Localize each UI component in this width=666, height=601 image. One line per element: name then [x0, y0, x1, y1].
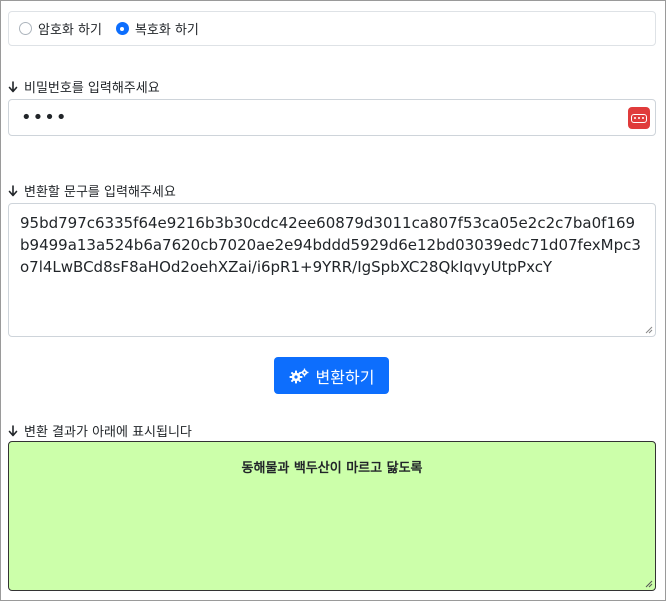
- password-label: 비밀번호를 입력해주세요: [24, 81, 160, 96]
- password-value: ••••: [21, 107, 68, 128]
- input-text-label-row: 변환할 문구를 입력해주세요: [8, 181, 176, 200]
- mode-selector: 암호화 하기 복호화 하기: [8, 11, 656, 46]
- radio-encrypt-label: 암호화 하기: [38, 23, 102, 38]
- input-text-label: 변환할 문구를 입력해주세요: [24, 185, 176, 200]
- radio-decrypt[interactable]: 복호화 하기: [115, 19, 199, 38]
- result-textarea[interactable]: 동해물과 백두산이 마르고 닳도록: [8, 441, 656, 591]
- password-manager-icon[interactable]: [628, 107, 650, 129]
- resize-handle-icon[interactable]: [643, 578, 653, 588]
- radio-decrypt-label: 복호화 하기: [134, 23, 199, 38]
- arrow-down-icon: [8, 184, 18, 196]
- convert-button[interactable]: 변환하기: [274, 357, 389, 394]
- password-input[interactable]: ••••: [8, 99, 656, 136]
- radio-decrypt-circle[interactable]: [115, 22, 129, 35]
- radio-encrypt-circle[interactable]: [19, 22, 32, 35]
- convert-button-label: 변환하기: [315, 367, 375, 387]
- password-label-row: 비밀번호를 입력해주세요: [8, 77, 160, 96]
- input-text-value: 95bd797c6335f64e9216b3b30cdc42ee60879d30…: [20, 214, 641, 276]
- arrow-down-icon: [8, 424, 18, 436]
- result-label-row: 변환 결과가 아래에 표시됩니다: [8, 421, 192, 440]
- resize-handle-icon[interactable]: [643, 324, 653, 334]
- input-textarea[interactable]: 95bd797c6335f64e9216b3b30cdc42ee60879d30…: [8, 203, 656, 337]
- arrow-down-icon: [8, 80, 18, 92]
- gears-icon: [289, 368, 309, 383]
- result-value: 동해물과 백두산이 마르고 닳도록: [241, 461, 423, 476]
- radio-encrypt[interactable]: 암호화 하기: [19, 19, 102, 38]
- result-label: 변환 결과가 아래에 표시됩니다: [24, 425, 192, 440]
